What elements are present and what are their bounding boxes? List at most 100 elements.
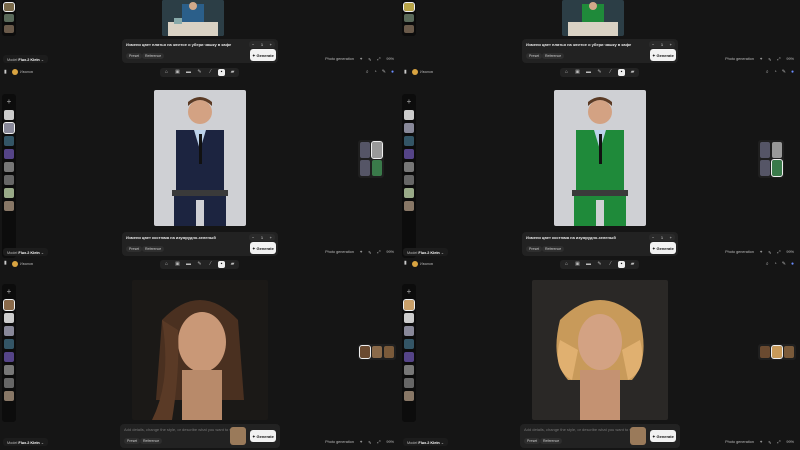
variant-thumb[interactable]	[360, 160, 370, 176]
history-thumb[interactable]	[404, 326, 414, 336]
grid-icon[interactable]: ▪	[618, 261, 625, 268]
edit-icon[interactable]: ✎	[368, 440, 371, 445]
folder-icon[interactable]: ▰	[629, 69, 636, 76]
edit-icon[interactable]: ✎	[768, 57, 771, 62]
prompt-text[interactable]: Измени цвет платья на желтое и убери чаш…	[526, 42, 631, 47]
history-thumb[interactable]	[4, 391, 14, 401]
history-thumb[interactable]	[4, 339, 14, 349]
history-thumb[interactable]	[4, 25, 14, 33]
edit-icon[interactable]: ✎	[368, 57, 371, 62]
brush-icon[interactable]: ✎	[596, 261, 603, 268]
folder-icon[interactable]: ▰	[229, 69, 236, 76]
home-icon[interactable]: ⌂	[563, 261, 570, 268]
mode-label[interactable]: Photo generation	[725, 250, 754, 254]
history-thumb[interactable]	[404, 110, 414, 120]
search-icon[interactable]: ⌕	[766, 69, 769, 75]
generate-button[interactable]: ✦ Generate	[650, 430, 676, 442]
chat-icon[interactable]: ▬	[585, 69, 592, 76]
add-icon[interactable]: +	[404, 97, 414, 107]
model-selector[interactable]: Model Flux.2 Klein ⌄	[403, 438, 448, 446]
prompt-placeholder[interactable]: Add details, change the style, or descri…	[524, 427, 640, 432]
prompt-text[interactable]: Измени цвет костюма на изумрудно-зеленый	[526, 235, 616, 240]
variant-thumb[interactable]	[372, 160, 382, 176]
history-thumb[interactable]	[3, 122, 15, 134]
history-thumb[interactable]	[4, 201, 14, 211]
count-stepper[interactable]: − 1 +	[649, 234, 675, 241]
history-thumb[interactable]	[404, 25, 414, 33]
plus[interactable]: +	[270, 235, 272, 240]
history-thumb[interactable]	[403, 2, 415, 12]
wand-icon[interactable]: ⁄	[207, 261, 214, 268]
variant-thumb[interactable]	[760, 346, 770, 358]
chat-icon[interactable]: ▬	[185, 69, 192, 76]
edit-icon[interactable]: ✎	[382, 69, 386, 75]
count-stepper[interactable]: − 1 +	[249, 41, 275, 48]
variant-thumb[interactable]	[360, 142, 370, 158]
image-icon[interactable]: ▣	[574, 69, 581, 76]
history-thumb[interactable]	[4, 175, 14, 185]
user-menu[interactable]: Иванов	[12, 68, 33, 76]
bookmark-icon[interactable]: ▮	[4, 69, 9, 75]
image-icon[interactable]: ▣	[574, 261, 581, 268]
minus[interactable]: −	[252, 42, 254, 47]
reference-thumb[interactable]	[230, 427, 246, 445]
bookmark-icon[interactable]: ▮	[4, 260, 9, 266]
plus[interactable]: +	[670, 42, 672, 47]
generate-button[interactable]: ✦ Generate	[650, 242, 676, 254]
history-thumb[interactable]	[4, 136, 14, 146]
globe-icon[interactable]: ●	[391, 69, 394, 75]
user-menu[interactable]: Иванов	[412, 68, 433, 76]
variant-thumb[interactable]	[760, 142, 770, 158]
reference-chip[interactable]: Reference	[540, 438, 563, 444]
history-thumb[interactable]	[404, 365, 414, 375]
search-icon[interactable]: ⌕	[766, 261, 769, 267]
model-selector[interactable]: Model Flux.2 Klein ⌄	[3, 55, 48, 63]
crop-icon[interactable]: ⌖	[760, 250, 762, 254]
crop-icon[interactable]: ⌖	[360, 57, 362, 61]
mode-label[interactable]: Photo generation	[725, 440, 754, 444]
variant-thumb[interactable]	[371, 141, 383, 159]
reference-chip[interactable]: Reference	[142, 246, 165, 252]
add-icon[interactable]: +	[404, 287, 414, 297]
preset-chip[interactable]: Preset	[124, 438, 141, 444]
history-thumb[interactable]	[404, 188, 414, 198]
preset-chip[interactable]: Preset	[526, 53, 543, 59]
image-icon[interactable]: ▣	[174, 261, 181, 268]
variant-thumb[interactable]	[384, 346, 394, 358]
count-stepper[interactable]: − 1 +	[649, 41, 675, 48]
history-thumb[interactable]	[404, 352, 414, 362]
brush-icon[interactable]: ✎	[196, 69, 203, 76]
home-icon[interactable]: ⌂	[163, 69, 170, 76]
folder-icon[interactable]: ▰	[229, 261, 236, 268]
history-thumb[interactable]	[4, 326, 14, 336]
reference-chip[interactable]: Reference	[542, 53, 565, 59]
brush-icon[interactable]: ✎	[196, 261, 203, 268]
model-selector[interactable]: Model Flux.2 Klein ⌄	[3, 438, 48, 446]
reference-chip[interactable]: Reference	[542, 246, 565, 252]
brush-icon[interactable]: ✎	[596, 69, 603, 76]
expand-icon[interactable]: ⤢	[777, 440, 780, 444]
generate-button[interactable]: ✦ Generate	[650, 49, 676, 61]
expand-icon[interactable]: ⤢	[777, 57, 780, 61]
crop-icon[interactable]: ⌖	[360, 440, 362, 444]
expand-icon[interactable]: ⤢	[377, 440, 380, 444]
generate-button[interactable]: ✦ Generate	[250, 430, 276, 442]
wand-icon[interactable]: ⁄	[607, 69, 614, 76]
variant-thumb[interactable]	[771, 159, 783, 177]
wand-icon[interactable]: ⁄	[607, 261, 614, 268]
history-thumb[interactable]	[404, 313, 414, 323]
history-thumb[interactable]	[3, 2, 15, 12]
preset-chip[interactable]: Preset	[524, 438, 541, 444]
count-stepper[interactable]: − 1 +	[249, 234, 275, 241]
minus[interactable]: −	[652, 42, 654, 47]
history-thumb[interactable]	[404, 162, 414, 172]
history-thumb[interactable]	[404, 14, 414, 22]
history-thumb[interactable]	[4, 378, 14, 388]
edit-icon[interactable]: ✎	[782, 261, 786, 267]
reference-chip[interactable]: Reference	[142, 53, 165, 59]
globe-icon[interactable]: ●	[791, 261, 794, 267]
home-icon[interactable]: ⌂	[163, 261, 170, 268]
expand-icon[interactable]: ⤢	[377, 250, 380, 254]
generate-button[interactable]: ✦ Generate	[250, 242, 276, 254]
expand-icon[interactable]: ⤢	[377, 57, 380, 61]
